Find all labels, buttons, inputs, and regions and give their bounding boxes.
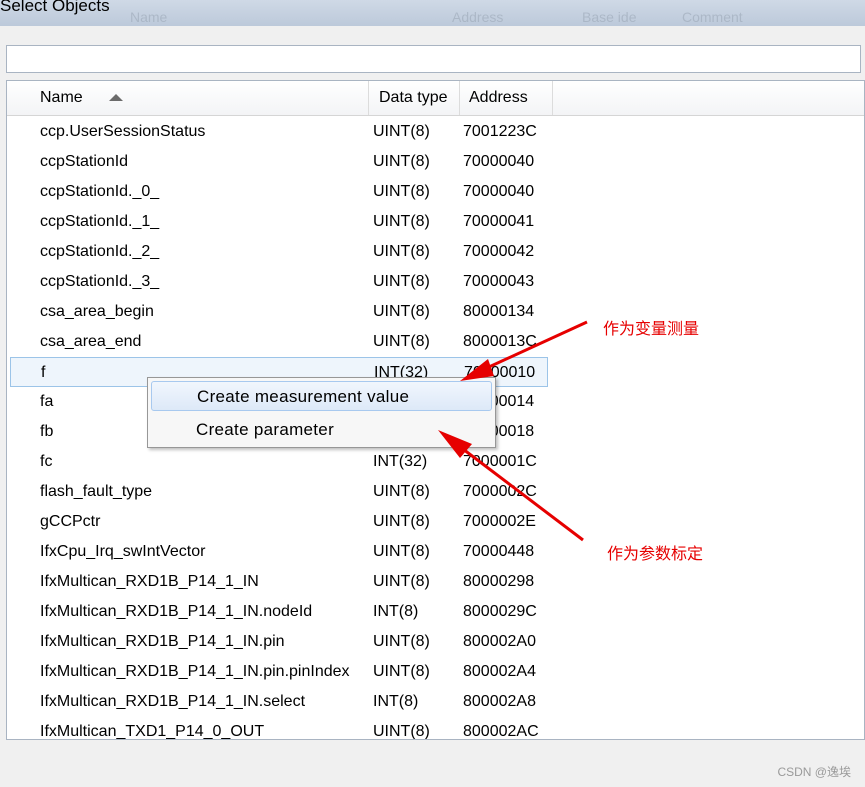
table-row[interactable]: IfxMultican_TXD1_P14_0_OUT UINT(8) 800002A… (7, 717, 864, 740)
watermark: CSDN @逸埃 (777, 765, 851, 779)
table-row[interactable]: flash_fault_type UINT(8) 7000002C (7, 477, 864, 507)
cell-type: UINT(8) (373, 243, 430, 260)
cell-name: IfxMultican_RXD1B_P14_1_IN.nodeId (40, 603, 313, 620)
cell-type: UINT(8) (373, 513, 430, 530)
column-header-data-type[interactable]: Data type (369, 81, 460, 115)
table-row[interactable]: ccpStationId._1_ UINT(8) 70000041 (7, 207, 864, 237)
cell-name: IfxMultican_RXD1B_P14_1_IN.pin.pinIndex (40, 663, 350, 680)
cell-type: UINT(8) (373, 333, 430, 350)
cell-address: 800002A4 (463, 663, 536, 680)
cell-type: UINT(8) (373, 633, 430, 650)
cell-address: 70000040 (463, 183, 535, 200)
cell-address: 70000042 (463, 243, 535, 260)
ghost-label: Comment (682, 9, 743, 25)
cell-name: csa_area_end (40, 333, 142, 350)
table-row[interactable]: IfxMultican_RXD1B_P14_1_IN UINT(8) 8000029… (7, 567, 864, 597)
filter-input[interactable] (6, 45, 861, 73)
cell-type: UINT(8) (373, 213, 430, 230)
cell-name: gCCPctr (40, 513, 101, 530)
column-header-label: Name (40, 89, 83, 106)
cell-address: 70000448 (463, 543, 535, 560)
table-row[interactable]: IfxCpu_Irq_swIntVector UINT(8) 70000448 (7, 537, 864, 567)
title-bar: Select Objects Name Address Base ide Com… (0, 0, 865, 26)
cell-address: 7000002E (463, 513, 536, 530)
cell-name: ccpStationId._0_ (40, 183, 160, 200)
table-row[interactable]: ccpStationId._0_ UINT(8) 70000040 (7, 177, 864, 207)
cell-type: INT(8) (373, 693, 419, 710)
cell-address: 800002A8 (463, 693, 536, 710)
cell-name: ccpStationId._3_ (40, 273, 160, 290)
cell-name: IfxMultican_RXD1B_P14_1_IN (40, 573, 259, 590)
table-row[interactable]: csa_area_end UINT(8) 8000013C (7, 327, 864, 357)
context-menu: Create measurement value Create paramete… (147, 377, 496, 448)
table-row[interactable]: csa_area_begin UINT(8) 80000134 (7, 297, 864, 327)
cell-name: ccp.UserSessionStatus (40, 123, 206, 140)
table-row[interactable]: ccp.UserSessionStatus UINT(8) 7001223C (7, 117, 864, 147)
table-row[interactable]: IfxMultican_RXD1B_P14_1_IN.pin UINT(8) 800… (7, 627, 864, 657)
list-header: Name Data type Address (7, 81, 864, 116)
column-header-label: Address (469, 89, 528, 106)
cell-name: ccpStationId._2_ (40, 243, 160, 260)
cell-type: UINT(8) (373, 663, 430, 680)
cell-name: fc (40, 453, 53, 470)
cell-name: IfxMultican_RXD1B_P14_1_IN.pin (40, 633, 285, 650)
annotation-parameter: 作为参数标定 (607, 544, 704, 563)
cell-type: INT(8) (373, 603, 419, 620)
cell-type: UINT(8) (373, 153, 430, 170)
table-row[interactable]: ccpStationId._3_ UINT(8) 70000043 (7, 267, 864, 297)
column-header-label: Data type (379, 89, 448, 106)
annotation-measurement: 作为变量测量 (603, 319, 700, 338)
cell-address: 8000013C (463, 333, 537, 350)
cell-address: 800002A0 (463, 633, 536, 650)
table-row[interactable]: gCCPctr UINT(8) 7000002E (7, 507, 864, 537)
cell-type: UINT(8) (373, 543, 430, 560)
cell-type: UINT(8) (373, 123, 430, 140)
cell-type: UINT(8) (373, 573, 430, 590)
cell-name: IfxMultican_TXD1_P14_0_OUT (40, 723, 265, 740)
menu-item-create-parameter[interactable]: Create parameter (151, 415, 492, 445)
window-title: Select Objects (0, 0, 110, 15)
cell-name: fb (40, 423, 54, 440)
cell-name: IfxCpu_Irq_swIntVector (40, 543, 206, 560)
cell-address: 80000298 (463, 573, 535, 590)
cell-type: UINT(8) (373, 273, 430, 290)
cell-type: UINT(8) (373, 723, 430, 740)
cell-address: 70000040 (463, 153, 535, 170)
cell-name: f (41, 364, 46, 381)
cell-name: csa_area_begin (40, 303, 154, 320)
ghost-label: Address (452, 9, 504, 25)
cell-type: UINT(8) (373, 483, 430, 500)
cell-type: UINT(8) (373, 183, 430, 200)
cell-name: ccpStationId._1_ (40, 213, 160, 230)
menu-item-label: Create parameter (196, 420, 335, 439)
table-row[interactable]: ccpStationId UINT(8) 70000040 (7, 147, 864, 177)
sort-ascending-icon (109, 94, 123, 101)
cell-name: ccpStationId (40, 153, 129, 170)
ghost-label: Name (130, 9, 168, 25)
table-row[interactable]: IfxMultican_RXD1B_P14_1_IN.select INT(8) 8… (7, 687, 864, 717)
cell-name: flash_fault_type (40, 483, 153, 500)
cell-address: 70000041 (463, 213, 535, 230)
cell-address: 7000002C (463, 483, 537, 500)
cell-address: 70000043 (463, 273, 535, 290)
cell-name: IfxMultican_RXD1B_P14_1_IN.select (40, 693, 306, 710)
menu-item-create-measurement-value[interactable]: Create measurement value (151, 381, 492, 411)
cell-type: UINT(8) (373, 303, 430, 320)
table-row[interactable]: ccpStationId._2_ UINT(8) 70000042 (7, 237, 864, 267)
cell-address: 800002AC (463, 723, 539, 740)
cell-address: 80000134 (463, 303, 535, 320)
column-header-name[interactable]: Name (7, 81, 369, 115)
cell-address: 7001223C (463, 123, 537, 140)
table-row[interactable]: fc INT(32) 7000001C (7, 447, 864, 477)
cell-name: fa (40, 393, 54, 410)
table-row[interactable]: IfxMultican_RXD1B_P14_1_IN.pin.pinIndex U… (7, 657, 864, 687)
cell-address: 8000029C (463, 603, 537, 620)
column-header-address[interactable]: Address (460, 81, 553, 115)
table-row[interactable]: IfxMultican_RXD1B_P14_1_IN.nodeId INT(8) 8… (7, 597, 864, 627)
menu-item-label: Create measurement value (197, 387, 410, 406)
cell-address: 7000001C (463, 453, 537, 470)
cell-type: INT(32) (373, 453, 428, 470)
ghost-label: Base ide (582, 9, 637, 25)
